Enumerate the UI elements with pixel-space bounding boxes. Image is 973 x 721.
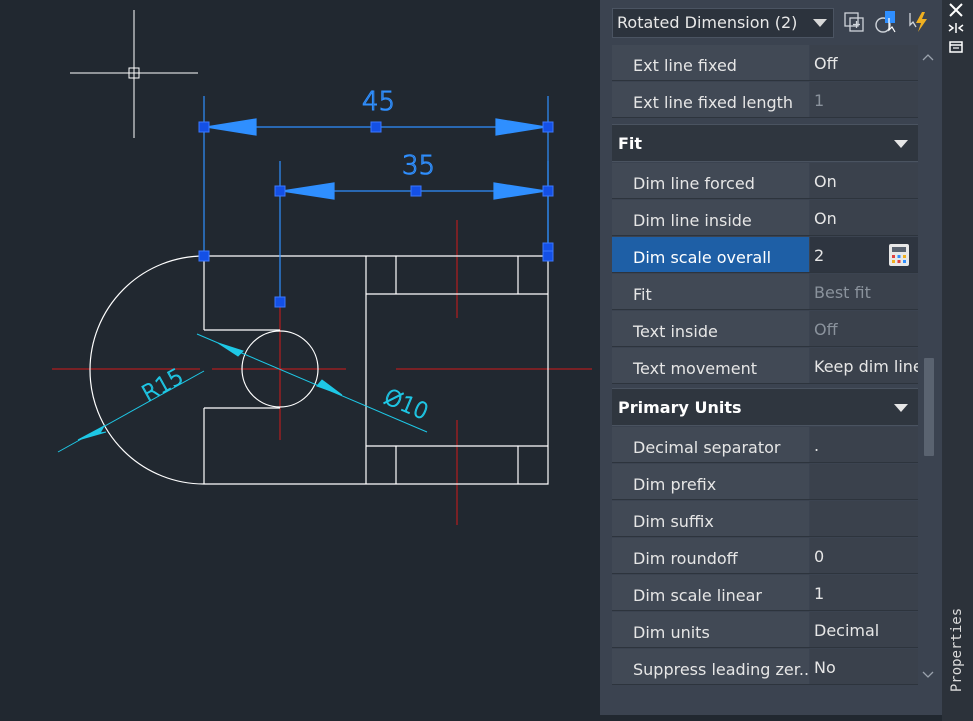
property-row[interactable]: Ext line fixed length 1 [612, 82, 918, 118]
close-icon[interactable] [947, 2, 965, 18]
property-row[interactable]: Dim roundoff 0 [612, 538, 918, 574]
grip [542, 121, 554, 133]
property-label: Dim units [612, 612, 809, 647]
collapse-arrow-icon[interactable] [894, 404, 908, 412]
property-value[interactable]: 1 [810, 575, 918, 610]
centerlines [52, 220, 592, 525]
property-value[interactable]: Decimal [810, 612, 918, 647]
property-value[interactable]: On [810, 163, 918, 198]
dimension-45-text: 45 [362, 87, 395, 117]
property-label: Dim suffix [612, 501, 809, 536]
property-label: Dim scale linear [612, 575, 809, 610]
property-row[interactable]: Ext line fixed Off [612, 45, 918, 81]
selection-dropdown[interactable]: Rotated Dimension (2) [612, 8, 834, 38]
properties-panel-icon[interactable] [948, 40, 964, 54]
grip [274, 185, 286, 197]
property-value: 1 [810, 82, 918, 117]
property-row[interactable]: Text inside Off [612, 311, 918, 347]
property-row[interactable]: Dim line forced On [612, 163, 918, 199]
dimension-35-text: 35 [402, 151, 435, 181]
property-label: Text movement [612, 348, 809, 383]
property-row[interactable]: Decimal separator . [612, 427, 918, 463]
property-row[interactable]: Dim units Decimal [612, 612, 918, 648]
property-row[interactable]: Text movement Keep dim line [612, 348, 918, 384]
property-value[interactable]: Keep dim line [810, 348, 918, 383]
grips[interactable] [198, 121, 554, 308]
property-label: Decimal separator [612, 427, 809, 462]
property-value[interactable] [810, 501, 918, 536]
dimension-45[interactable]: 45 [203, 86, 549, 256]
property-row[interactable]: Fit Best fit [612, 274, 918, 310]
grip [410, 185, 422, 197]
property-value[interactable]: Off [810, 45, 918, 80]
category-primary-units[interactable]: Primary Units [612, 388, 918, 426]
property-row-selected[interactable]: Dim scale overall 2 [612, 237, 918, 273]
property-row[interactable]: Dim prefix [612, 464, 918, 500]
add-to-selection-icon[interactable] [842, 10, 866, 34]
grip [198, 250, 210, 262]
diameter-dimension-text: Ø10 [380, 385, 431, 426]
category-title: Primary Units [618, 398, 742, 417]
property-label: Ext line fixed length [612, 82, 809, 117]
property-row[interactable]: Dim scale linear 1 [612, 575, 918, 611]
property-label: Dim prefix [612, 464, 809, 499]
scroll-up-icon[interactable] [922, 52, 934, 64]
property-label: Dim line inside [612, 200, 809, 235]
category-fit[interactable]: Fit [612, 124, 918, 162]
grip [198, 121, 210, 133]
property-label: Dim scale overall [612, 237, 809, 272]
scroll-down-icon[interactable] [922, 668, 934, 680]
property-value[interactable]: . [810, 427, 918, 462]
grip [274, 296, 286, 308]
property-row[interactable]: Suppress leading zer... No [612, 649, 918, 685]
property-value: Off [810, 311, 918, 346]
dimension-35[interactable]: 35 [279, 150, 549, 302]
property-value[interactable]: On [810, 200, 918, 235]
property-label: Fit [612, 274, 809, 309]
property-label: Dim line forced [612, 163, 809, 198]
property-label: Dim roundoff [612, 538, 809, 573]
property-label: Ext line fixed [612, 45, 809, 80]
grip [542, 250, 554, 262]
grip [542, 185, 554, 197]
selection-dropdown-label: Rotated Dimension (2) [617, 13, 798, 32]
quick-select-icon[interactable] [907, 10, 931, 34]
property-value[interactable] [810, 464, 918, 499]
chevron-down-icon[interactable] [813, 19, 827, 27]
calculator-icon[interactable] [888, 243, 910, 267]
diameter-dimension[interactable]: Ø10 [196, 333, 432, 433]
property-label: Suppress leading zer... [612, 649, 809, 684]
property-value[interactable]: 0 [810, 538, 918, 573]
property-label: Text inside [612, 311, 809, 346]
property-value: Best fit [810, 274, 918, 309]
category-title: Fit [618, 134, 643, 153]
auto-hide-icon[interactable] [948, 20, 964, 36]
scrollbar-thumb[interactable] [924, 358, 934, 456]
crosshair-cursor [70, 10, 198, 138]
property-row[interactable]: Dim suffix [612, 501, 918, 537]
drawing-canvas[interactable]: R15 Ø10 45 35 [0, 0, 600, 721]
collapse-arrow-icon[interactable] [894, 140, 908, 148]
select-objects-icon[interactable] [874, 10, 898, 34]
property-value[interactable]: No [810, 649, 918, 684]
radius-dimension[interactable]: R15 [57, 364, 205, 453]
grip [370, 121, 382, 133]
part-geometry[interactable] [89, 255, 549, 485]
property-row[interactable]: Dim line inside On [612, 200, 918, 236]
panel-title-vertical[interactable]: Properties [947, 605, 967, 695]
radius-dimension-text: R15 [138, 364, 188, 407]
